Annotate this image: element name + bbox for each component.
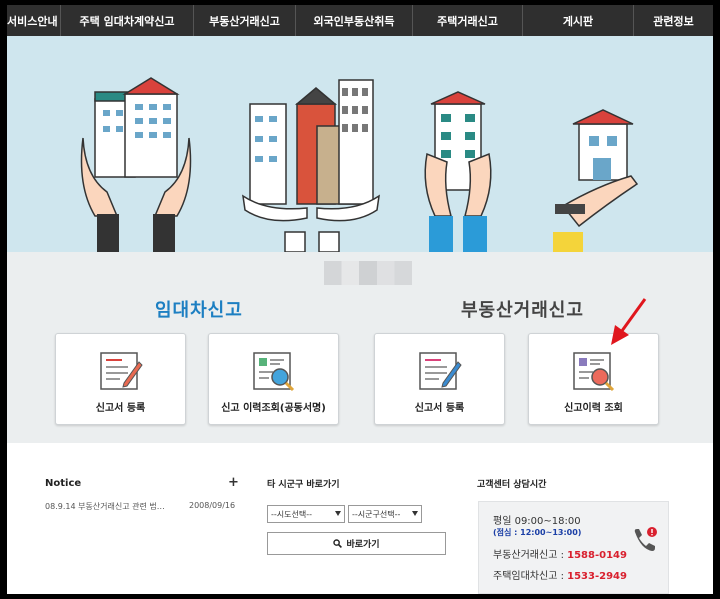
realestate-register-label: 신고서 등록 xyxy=(414,403,465,414)
form-pen-icon xyxy=(418,352,462,390)
hero-illustration xyxy=(80,77,639,252)
form-pen-icon xyxy=(99,352,143,390)
chevron-down-icon xyxy=(335,511,341,516)
nav-item-service-guide[interactable]: 서비스안내 xyxy=(7,5,61,36)
hand-holding-house-illustration xyxy=(553,109,639,252)
rental-section-title: 임대차신고 xyxy=(155,300,243,321)
hands-lifting-apartment-illustration xyxy=(424,91,492,252)
sido-select[interactable]: --시도선택-- xyxy=(267,505,345,523)
support-line-realestate: 부동산거래신고 : 1588-0149 xyxy=(493,546,627,561)
blurred-banner xyxy=(324,261,412,285)
history-search-icon xyxy=(572,352,614,392)
support-lunch: (점심 : 12:00~13:00) xyxy=(493,528,582,537)
nav-item-housing-report[interactable]: 주택거래신고 xyxy=(413,5,523,36)
rental-history-card[interactable]: 신고 이력조회(공동서명) xyxy=(208,333,339,425)
hands-holding-city-illustration xyxy=(242,79,380,252)
nav-item-foreigner-acquisition[interactable]: 외국인부동산취득 xyxy=(296,5,413,36)
go-button-label: 바로가기 xyxy=(346,540,380,550)
sido-select-value: --시도선택-- xyxy=(271,509,312,519)
notice-item-title[interactable]: 08.9.14 부동산거래신고 관련 법… xyxy=(45,501,165,512)
realestate-register-card[interactable]: 신고서 등록 xyxy=(374,333,505,425)
hands-holding-buildings-illustration xyxy=(80,77,192,252)
nav-item-rental-report[interactable]: 주택 임대차계약신고 xyxy=(61,5,194,36)
go-button[interactable]: 바로가기 xyxy=(267,532,446,555)
rental-register-label: 신고서 등록 xyxy=(95,403,146,414)
phone-icon xyxy=(634,527,657,551)
nav-item-related-info[interactable]: 관련정보 xyxy=(634,5,713,36)
bottom-section: Notice + 08.9.14 부동산거래신고 관련 법… 2008/09/1… xyxy=(7,443,713,594)
history-search-icon xyxy=(252,352,294,392)
search-icon xyxy=(333,539,343,548)
support-line-number: 1533-2949 xyxy=(567,571,627,582)
notice-heading: Notice xyxy=(45,478,82,489)
nav-item-realestate-report[interactable]: 부동산거래신고 xyxy=(194,5,296,36)
sigungu-select-value: --시군구선택-- xyxy=(352,509,401,519)
shortcut-heading: 타 시군구 바로가기 xyxy=(267,480,340,490)
service-section: 임대차신고 부동산거래신고 신고서 등록 신고 이력조회(공동서명) 신고서 등… xyxy=(7,252,713,443)
sigungu-select[interactable]: --시군구선택-- xyxy=(348,505,422,523)
support-line-number: 1588-0149 xyxy=(567,550,627,561)
page-frame: 서비스안내 주택 임대차계약신고 부동산거래신고 외국인부동산취득 주택거래신고… xyxy=(7,5,713,594)
top-nav: 서비스안내 주택 임대차계약신고 부동산거래신고 외국인부동산취득 주택거래신고… xyxy=(7,5,713,36)
rental-history-label: 신고 이력조회(공동서명) xyxy=(221,403,326,414)
hero-banner xyxy=(7,36,713,252)
realestate-history-label: 신고이력 조회 xyxy=(564,403,623,414)
support-line-rental: 주택임대차신고 : 1533-2949 xyxy=(493,567,627,582)
support-box: 평일 09:00~18:00 (점심 : 12:00~13:00) 부동산거래신… xyxy=(478,501,669,594)
notice-item-date: 2008/09/16 xyxy=(189,501,236,510)
realestate-section-title: 부동산거래신고 xyxy=(461,300,584,321)
support-line-label: 부동산거래신고 : xyxy=(493,550,564,561)
support-line-label: 주택임대차신고 : xyxy=(493,571,564,582)
red-arrow-annotation-icon xyxy=(611,298,647,345)
rental-register-card[interactable]: 신고서 등록 xyxy=(55,333,186,425)
support-hours: 평일 09:00~18:00 xyxy=(493,516,581,527)
notice-more-button[interactable]: + xyxy=(228,475,239,490)
nav-item-board[interactable]: 게시판 xyxy=(523,5,634,36)
chevron-down-icon xyxy=(412,511,418,516)
support-heading: 고객센터 상담시간 xyxy=(477,480,547,490)
